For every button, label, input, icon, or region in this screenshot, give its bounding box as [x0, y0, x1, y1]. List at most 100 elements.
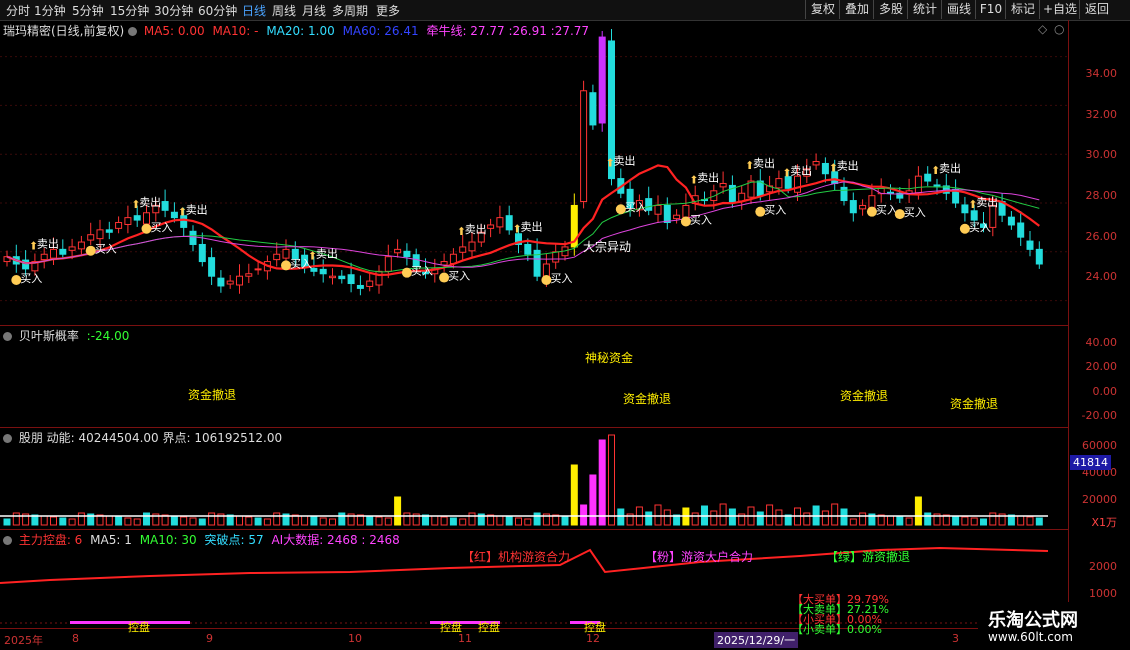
bayes-bar [366, 392, 373, 405]
bayes-bar [934, 384, 940, 392]
bayes-bar [50, 381, 57, 392]
bayes-value: :-24.00 [86, 329, 130, 343]
tab-period[interactable]: 日线 [242, 2, 266, 19]
control-breakpoint: 突破点: 57 [204, 533, 264, 547]
volume-bar [505, 516, 513, 526]
bayes-bar [376, 387, 382, 392]
volume-bar [775, 509, 783, 526]
bayes-bar [41, 384, 48, 392]
bayes-bar [441, 385, 448, 392]
tab-period[interactable]: 30分钟 [154, 2, 193, 19]
candle-body [654, 204, 662, 215]
control-header: 主力控盘: 6 MA5: 1 MA10: 30 突破点: 57 AI大数据: 2… [3, 531, 400, 548]
date-label: 12 [586, 632, 600, 645]
volume-bar [440, 516, 448, 526]
toolbar-button[interactable]: 返回 [1079, 0, 1114, 19]
toolbar-button[interactable]: 统计 [907, 0, 942, 19]
volume-bar [329, 518, 336, 526]
buy-label: 买入 [969, 221, 991, 234]
bayes-bar [236, 392, 243, 420]
candle-body [859, 204, 867, 210]
bayes-title: 贝叶斯概率 [18, 329, 79, 343]
settings-circle-icon[interactable] [3, 434, 12, 443]
volume-bar [766, 504, 774, 526]
settings-circle-icon[interactable] [3, 332, 12, 341]
volume-bar [198, 518, 206, 526]
mystery-capital-label: 神秘资金 [585, 351, 634, 365]
bayes-bar [534, 392, 541, 420]
bayes-bar [162, 378, 169, 392]
bayes-bar [87, 371, 94, 392]
volume-bar [663, 509, 671, 526]
candle-body [77, 241, 85, 250]
candle-body [198, 243, 206, 263]
sell-label: 卖出 [316, 246, 338, 260]
volume-bar [608, 434, 615, 526]
control-bigdata: AI大数据: 2468 : 2468 [271, 533, 400, 547]
control-ma5: MA5: 1 [90, 533, 132, 547]
toolbar-button[interactable]: 多股 [873, 0, 908, 19]
bayes-bar [813, 370, 820, 392]
volume-bar [849, 518, 857, 526]
candle-body [105, 229, 113, 233]
tab-period[interactable]: 更多 [376, 2, 400, 19]
toolbar-button[interactable]: F10 [975, 0, 1006, 19]
candle-body [840, 186, 848, 202]
candle-body [487, 224, 495, 229]
price-tick: 30.00 [1085, 148, 1118, 161]
bayes-bar [69, 380, 76, 392]
candle-body [87, 234, 95, 241]
buy-label: 买入 [550, 272, 572, 285]
candle-body [682, 204, 690, 218]
toolbar-button[interactable]: 叠加 [839, 0, 874, 19]
volume-bar [914, 496, 922, 526]
bayes-bar [924, 377, 931, 392]
toolbar-button[interactable]: +自选 [1039, 0, 1080, 19]
bayes-bar [422, 392, 429, 397]
bayes-bar [292, 381, 299, 392]
volume-bar [561, 515, 569, 526]
tab-period[interactable]: 60分钟 [198, 2, 237, 19]
tab-period[interactable]: 5分钟 [72, 2, 104, 19]
volume-bar [124, 517, 132, 526]
volume-bar [617, 508, 625, 526]
bayes-bar [134, 375, 141, 392]
tab-period[interactable]: 月线 [302, 2, 326, 19]
toolbar-button[interactable]: 画线 [941, 0, 976, 19]
bayes-bar [348, 392, 355, 416]
toolbar: 分时 1分钟 5分钟 15分钟 30分钟 60分钟 日线 周线 月线 多周期 更多 复权 叠加 多股 统计… [0, 0, 1130, 21]
toolbar-button[interactable]: 复权 [805, 0, 840, 19]
bayes-bar [469, 374, 475, 392]
bayes-bar [320, 392, 327, 405]
volume-bar [952, 515, 960, 526]
candle-body [961, 204, 969, 214]
sell-label: 卖出 [465, 222, 487, 236]
candle-body [189, 230, 197, 245]
pink-legend: 【粉】游资大户合力 [645, 550, 754, 564]
tab-period[interactable]: 15分钟 [110, 2, 149, 19]
bayes-bar [571, 370, 578, 392]
bayes-bar [589, 366, 596, 392]
settings-circle-icon[interactable] [3, 536, 12, 545]
bayes-bar [255, 392, 262, 404]
date-label: 2025年 [4, 634, 43, 647]
tab-period[interactable]: 周线 [272, 2, 296, 19]
bayes-bar [906, 388, 913, 392]
volume-bar [263, 518, 271, 526]
volume-bar [710, 510, 718, 526]
volume-bar [254, 517, 262, 526]
tab-period[interactable]: 多周期 [332, 2, 368, 19]
volume-bar [803, 512, 811, 526]
volume-bar [515, 517, 522, 526]
volume-bar [338, 512, 346, 526]
tab-period[interactable]: 1分钟 [34, 2, 66, 19]
tab-period[interactable]: 分时 [6, 2, 30, 19]
volume-bar [905, 517, 913, 526]
volume-bar [319, 517, 327, 526]
candle-body [580, 90, 588, 203]
bayes-bar [264, 387, 271, 392]
toolbar-button[interactable]: 标记 [1005, 0, 1040, 19]
panel-divider [0, 529, 1068, 530]
sell-label: 卖出 [614, 154, 636, 168]
bayes-header: 贝叶斯概率 :-24.00 [3, 327, 129, 344]
